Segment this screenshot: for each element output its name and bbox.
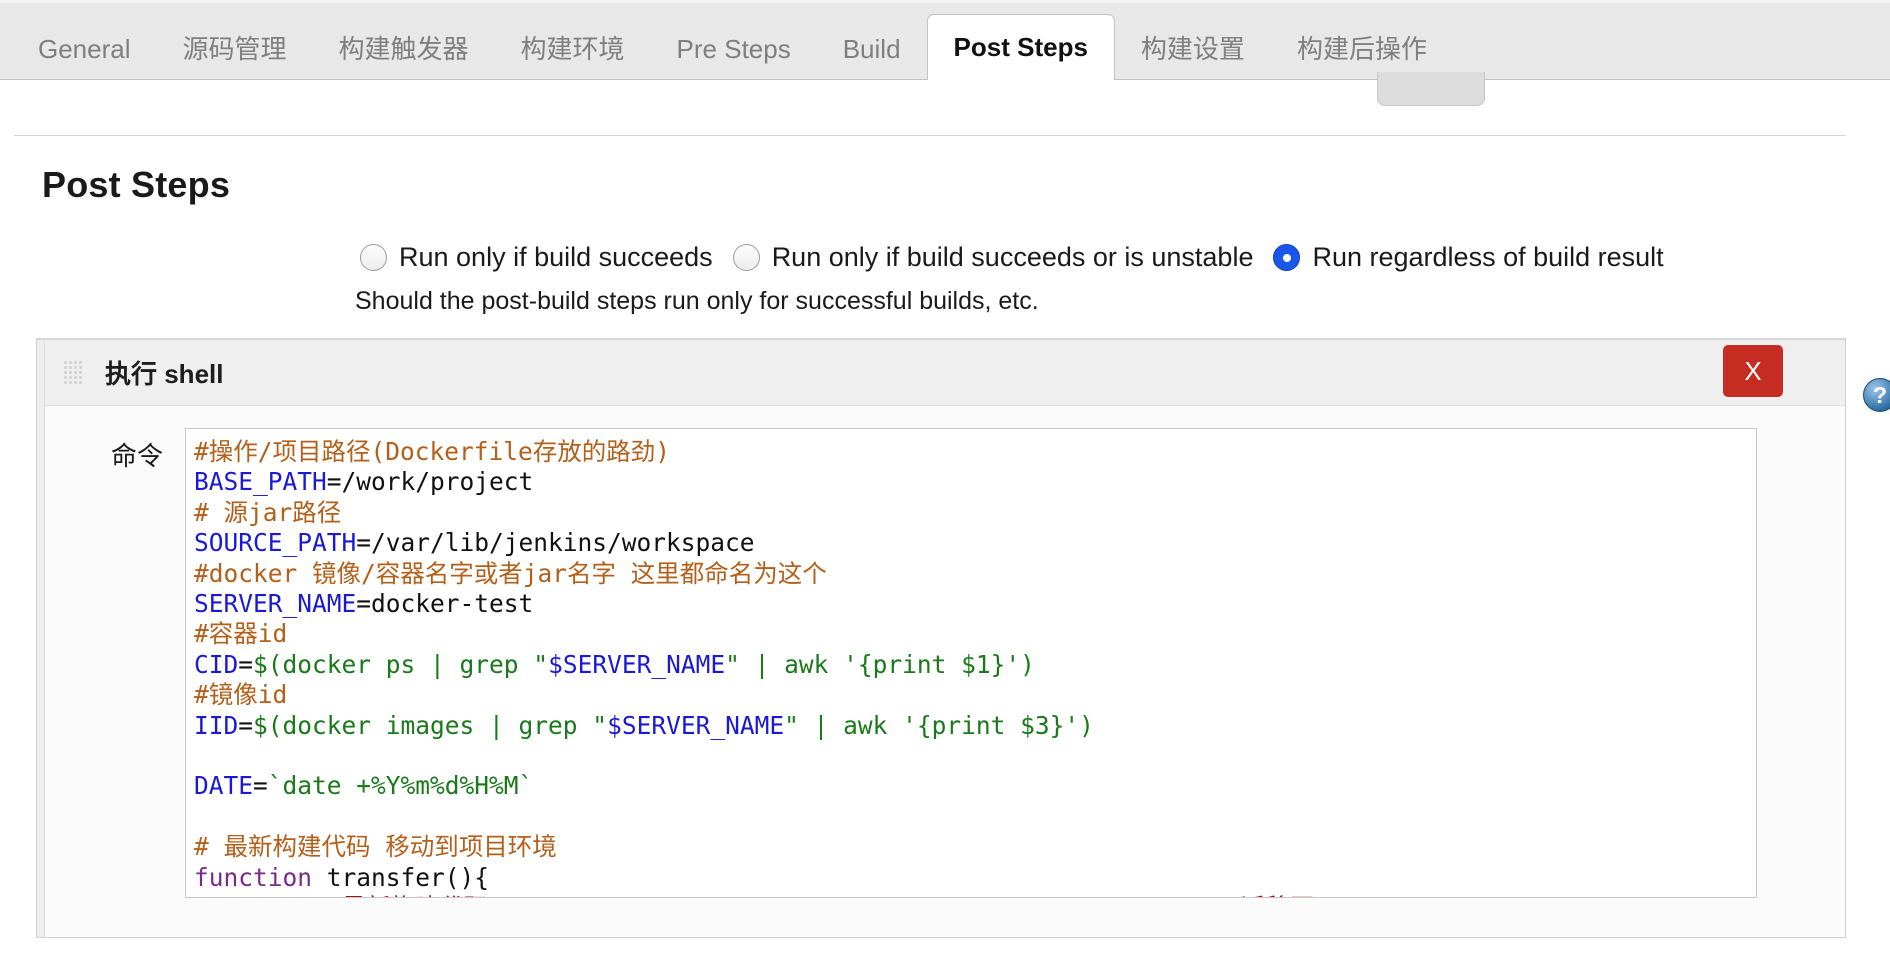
- tab-label: 构建后操作: [1296, 34, 1427, 64]
- tab-post-steps[interactable]: Post Steps: [926, 14, 1115, 80]
- tab-label: General: [38, 34, 131, 64]
- code-token: ": [533, 649, 549, 679]
- code-token: `date +%Y%m%d%H%M`: [267, 771, 534, 801]
- tab-label: 构建触发器: [338, 34, 469, 64]
- radio-label: Run only if build succeeds: [399, 242, 713, 272]
- radio-option-2[interactable]: Run regardless of build result: [1273, 242, 1664, 273]
- builder-header: 执行 shell: [37, 340, 1845, 406]
- command-label: 命令: [110, 441, 163, 471]
- tab-label: Post Steps: [953, 32, 1088, 62]
- code-token: # 源jar路径: [194, 497, 342, 527]
- code-token: =: [238, 710, 254, 740]
- code-token: $SOURCE_PATH: [503, 893, 680, 897]
- code-token: #镜像id: [194, 680, 288, 710]
- code-token: #docker 镜像/容器名字或者jar名字 这里都命名为这个: [194, 558, 827, 588]
- tab-label: Build: [842, 34, 901, 64]
- code-token: #操作/项目路径(Dockerfile存放的路劲): [194, 437, 671, 466]
- radio-option-0[interactable]: Run only if build succeeds: [360, 242, 713, 273]
- code-token: echo: [194, 893, 327, 897]
- code-token: function: [194, 862, 313, 892]
- code-token: | awk '{print $3}'): [798, 710, 1094, 740]
- tab-label: 构建设置: [1140, 34, 1245, 64]
- code-token: $(docker images | grep: [253, 710, 593, 740]
- code-token: $SERVER_NAME: [695, 893, 872, 897]
- code-token: =docker-test: [356, 589, 534, 619]
- code-token: $SERVER_NAME: [990, 893, 1167, 897]
- tab-label: 源码管理: [182, 34, 287, 64]
- code-token: .jar 迁移至: [1167, 893, 1329, 897]
- code-token: CID: [194, 649, 239, 679]
- code-token: #容器id: [194, 619, 288, 649]
- code-token: /target/: [872, 893, 990, 897]
- radio-button[interactable]: [732, 244, 760, 271]
- code-token: =: [253, 771, 268, 801]
- collapsed-toolbar-button[interactable]: [1377, 72, 1485, 106]
- post-steps-help-text: Should the post-build steps run only for…: [355, 287, 1039, 315]
- code-token: ....": [1477, 893, 1565, 897]
- tab-构建后操作[interactable]: 构建后操作: [1271, 19, 1453, 79]
- post-steps-condition-group: Run only if build succeeds Run only if bu…: [0, 242, 1890, 273]
- tab-general[interactable]: General: [12, 19, 157, 79]
- divider: [14, 135, 1846, 136]
- remove-builder-button[interactable]: X: [1723, 345, 1783, 397]
- code-token: SERVER_NAME: [194, 589, 357, 619]
- code-token: $BASE_PATH: [1329, 893, 1477, 897]
- code-token: DATE: [194, 771, 254, 801]
- drag-handle-icon[interactable]: [63, 359, 83, 386]
- panel-left-rail: [37, 340, 45, 937]
- code-token: $(docker ps | grep: [253, 649, 534, 679]
- code-token: "最新构建代码: [327, 893, 504, 897]
- code-token: /: [680, 893, 695, 897]
- config-tab-bar: General 源码管理 构建触发器 构建环境 Pre Steps Build Post S…: [0, 0, 1890, 80]
- code-token: SOURCE_PATH: [194, 528, 357, 558]
- code-token: ": [592, 710, 608, 740]
- code-token: # 最新构建代码 移动到项目环境: [194, 832, 557, 862]
- code-token: $SERVER_NAME: [607, 710, 785, 740]
- radio-option-1[interactable]: Run only if build succeeds or is unstabl…: [732, 242, 1254, 273]
- tab-pre-steps[interactable]: Pre Steps: [651, 19, 817, 79]
- tab-build[interactable]: Build: [817, 19, 927, 79]
- code-token: =/work/project: [326, 467, 534, 497]
- execute-shell-builder-panel: X ? 执行 shell 命令 #操作/项目路径(Dockerfile存放的路劲…: [36, 338, 1890, 938]
- code-token: ": [784, 710, 799, 740]
- command-row: 命令 #操作/项目路径(Dockerfile存放的路劲) BASE_PATH=/…: [37, 406, 1845, 898]
- tab-构建触发器[interactable]: 构建触发器: [313, 19, 495, 79]
- command-textarea[interactable]: #操作/项目路径(Dockerfile存放的路劲) BASE_PATH=/wor…: [185, 428, 1757, 898]
- tab-源码管理[interactable]: 源码管理: [157, 19, 313, 79]
- help-icon[interactable]: ?: [1863, 378, 1890, 412]
- sub-toolbar: [0, 72, 1890, 136]
- code-token: ": [725, 649, 740, 679]
- radio-button[interactable]: [360, 244, 387, 271]
- code-token: transfer(){: [312, 862, 490, 892]
- tab-label: 构建环境: [520, 34, 625, 64]
- command-code[interactable]: #操作/项目路径(Dockerfile存放的路劲) BASE_PATH=/wor…: [194, 437, 1756, 897]
- radio-label: Run regardless of build result: [1312, 242, 1664, 272]
- builder-title: 执行 shell: [105, 359, 224, 389]
- tab-构建环境[interactable]: 构建环境: [495, 19, 651, 79]
- code-token: =: [238, 649, 254, 679]
- code-token: =/var/lib/jenkins/workspace: [356, 528, 755, 558]
- radio-button[interactable]: [1273, 244, 1301, 271]
- code-token: IID: [194, 710, 239, 740]
- code-token: BASE_PATH: [194, 467, 327, 497]
- code-token: | awk '{print $1}'): [739, 649, 1035, 679]
- tab-label: Pre Steps: [676, 34, 791, 64]
- tab-构建设置[interactable]: 构建设置: [1115, 19, 1271, 79]
- radio-label: Run only if build succeeds or is unstabl…: [771, 242, 1254, 272]
- code-token: $SERVER_NAME: [548, 649, 726, 679]
- page-title: Post Steps: [42, 164, 231, 205]
